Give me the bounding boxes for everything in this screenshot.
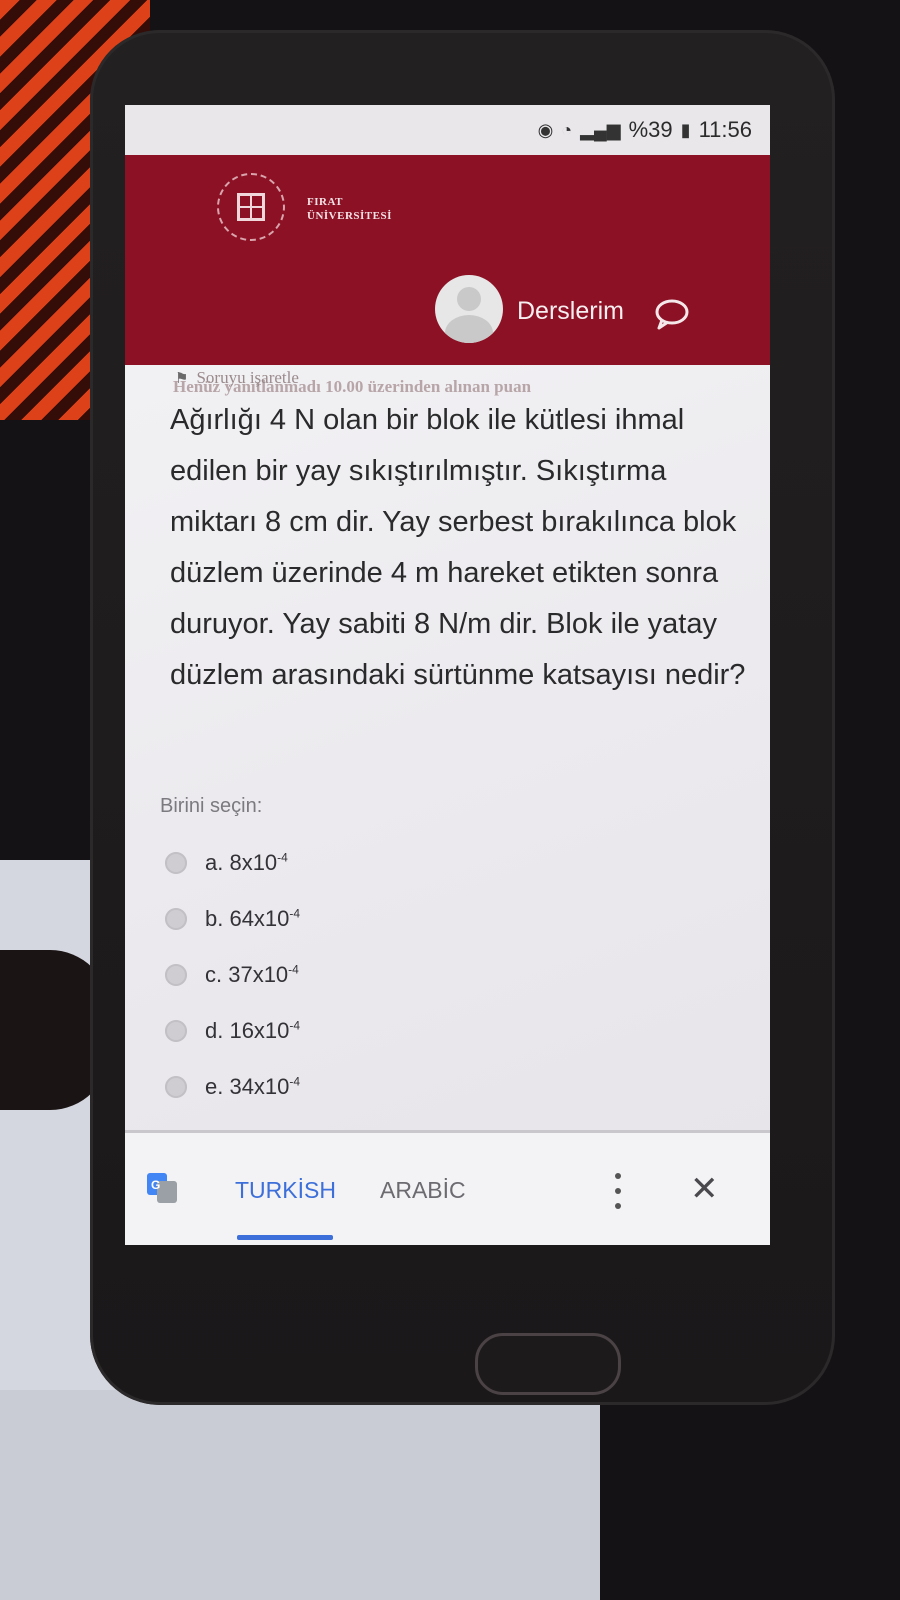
active-tab-indicator	[237, 1235, 333, 1240]
chat-icon[interactable]	[653, 298, 691, 330]
user-avatar[interactable]	[435, 275, 503, 343]
answer-label: c. 37x10-4	[205, 962, 299, 987]
answer-label: a. 8x10-4	[205, 850, 288, 875]
answer-option-a[interactable]: a. 8x10-4	[165, 835, 565, 891]
battery-percent: %39	[628, 117, 673, 142]
google-translate-icon[interactable]: G	[147, 1173, 177, 1203]
signal-icon: ▂▄▆	[580, 119, 621, 140]
answer-label: e. 34x10-4	[205, 1074, 301, 1099]
answer-label: d. 16x10-4	[205, 1018, 301, 1043]
logo-emblem-icon	[237, 193, 265, 221]
flag-label: Soruyu işaretle	[196, 368, 299, 387]
battery-icon: ▮	[680, 119, 691, 140]
close-icon[interactable]: ✕	[690, 1169, 719, 1209]
radio-button[interactable]	[165, 1076, 187, 1098]
flag-question-link[interactable]: ⚑ Soruyu işaretle	[175, 368, 299, 388]
site-header: FIRAT ÜNİVERSİTESİ Derslerim Henüz yanıt…	[125, 155, 770, 396]
answer-option-b[interactable]: b. 64x10-4	[165, 891, 565, 947]
more-options-icon[interactable]	[613, 1173, 623, 1209]
answer-option-c[interactable]: c. 37x10-4	[165, 947, 565, 1003]
university-name-line2: ÜNİVERSİTESİ	[307, 210, 392, 222]
choose-label: Birini seçin:	[160, 795, 263, 817]
university-name-line1: FIRAT	[307, 196, 343, 208]
flag-icon: ⚑	[175, 371, 189, 387]
question-text: Ağırlığı 4 N olan bir blok ile kütlesi i…	[170, 404, 746, 691]
university-logo[interactable]	[217, 173, 285, 241]
tab-turkish[interactable]: TURKİSH	[235, 1177, 336, 1204]
status-bar: ◉ ◔ ▂▄▆ %39 ▮ 11:56	[125, 105, 770, 155]
svg-text:G: G	[151, 1178, 160, 1192]
university-name: FIRAT ÜNİVERSİTESİ	[307, 195, 447, 223]
clock: 11:56	[698, 117, 752, 142]
radio-button[interactable]	[165, 908, 187, 930]
tab-arabic[interactable]: ARABİC	[380, 1177, 466, 1204]
radio-button[interactable]	[165, 852, 187, 874]
background-desk-bottom	[0, 1390, 600, 1600]
wifi-icon: ◔	[561, 119, 573, 140]
phone-screen: ◉ ◔ ▂▄▆ %39 ▮ 11:56 FIRAT ÜNİVERSİTESİ D…	[125, 105, 770, 1245]
answer-option-e[interactable]: e. 34x10-4	[165, 1059, 565, 1115]
alarm-icon: ◉	[537, 119, 554, 140]
my-courses-link[interactable]: Derslerim	[517, 297, 624, 326]
radio-button[interactable]	[165, 1020, 187, 1042]
home-button[interactable]	[475, 1333, 621, 1395]
answer-options: a. 8x10-4 b. 64x10-4 c. 37x10-4 d. 16x10…	[165, 835, 565, 1115]
radio-button[interactable]	[165, 964, 187, 986]
translate-bar: G TURKİSH ARABİC ✕	[125, 1133, 770, 1245]
answer-option-d[interactable]: d. 16x10-4	[165, 1003, 565, 1059]
answer-label: b. 64x10-4	[205, 906, 301, 931]
